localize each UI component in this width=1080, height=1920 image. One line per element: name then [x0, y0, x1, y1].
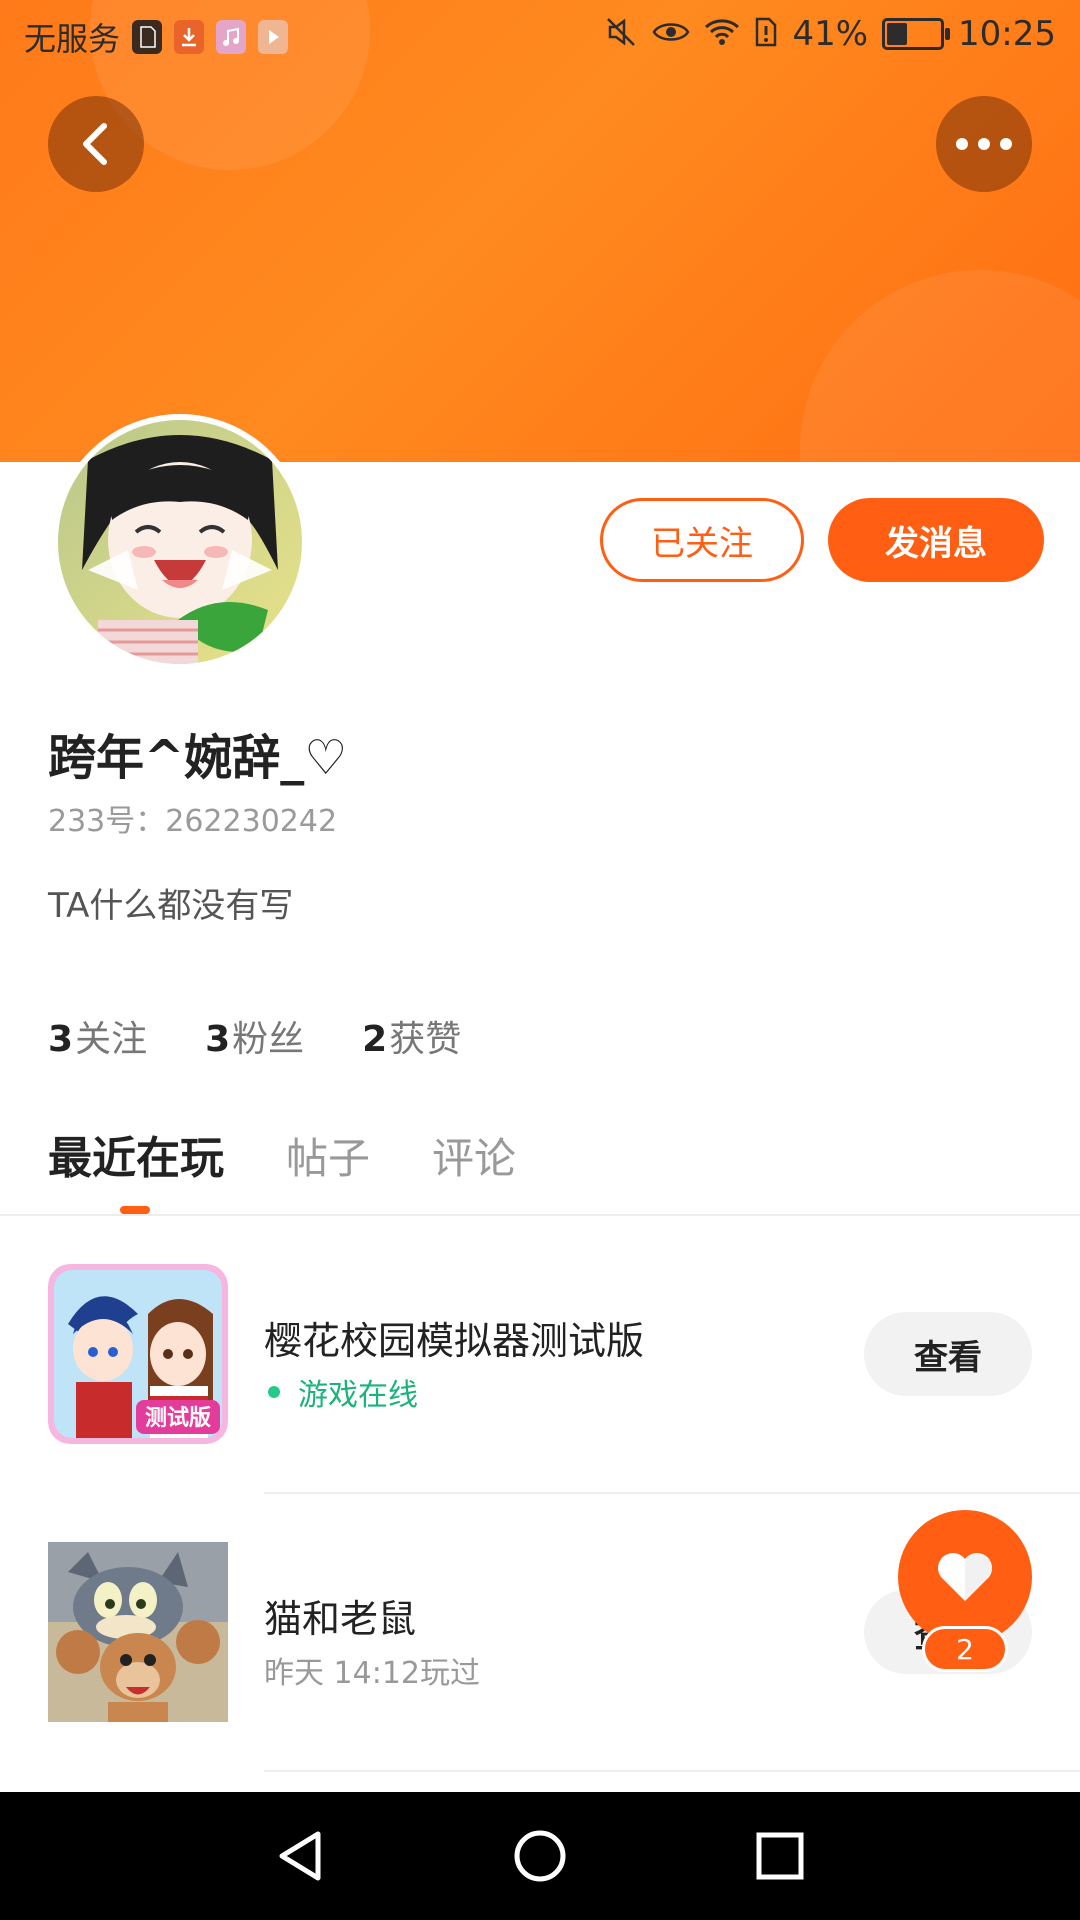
- nav-back-icon: [279, 1831, 321, 1881]
- avatar-image: [58, 420, 302, 664]
- view-button[interactable]: 查看: [864, 1312, 1032, 1396]
- username: 跨年^婉辞_♡: [48, 730, 348, 786]
- tab-posts[interactable]: 帖子: [286, 1125, 370, 1186]
- stat-likes[interactable]: 2获赞: [362, 1010, 461, 1062]
- followed-button[interactable]: 已关注: [600, 498, 804, 582]
- tab-recently-played[interactable]: 最近在玩: [48, 1122, 224, 1186]
- carrier-label: 无服务: [24, 20, 121, 58]
- nav-recent-icon: [756, 1832, 804, 1880]
- tab-indicator: [120, 1206, 150, 1214]
- profile-stats: 3关注 3粉丝 2获赞: [48, 1010, 461, 1062]
- video-icon: [258, 20, 289, 54]
- game-name: 樱花校园模拟器测试版: [264, 1319, 645, 1363]
- more-dots-icon: [956, 138, 1012, 150]
- tab-comments[interactable]: 评论: [432, 1125, 516, 1186]
- nav-home-button[interactable]: [510, 1826, 570, 1886]
- more-button[interactable]: [936, 96, 1032, 192]
- battery-percent: 41%: [792, 14, 869, 54]
- status-bar: 无服务 41% 10:25: [0, 0, 1080, 76]
- music-icon: [216, 20, 247, 54]
- user-id: 233号：262230242: [48, 804, 338, 839]
- game-icon-sakura: 测试版: [48, 1264, 228, 1444]
- banner-decoration: [800, 270, 1080, 462]
- nav-recent-button[interactable]: [750, 1826, 810, 1886]
- sim-alert-icon: [754, 16, 778, 52]
- game-online-status: 游戏在线: [264, 1370, 418, 1414]
- tabs-divider: [0, 1214, 1080, 1216]
- download-icon: [174, 20, 205, 54]
- back-arrow-icon: [83, 123, 107, 165]
- avatar[interactable]: [52, 414, 308, 670]
- battery-icon: [882, 18, 951, 50]
- game-icon-tom-and-jerry: [48, 1542, 228, 1722]
- heart-icon: [938, 1553, 992, 1601]
- like-count-badge: 2: [922, 1626, 1008, 1672]
- system-nav-bar: [0, 1792, 1080, 1920]
- nav-home-icon: [514, 1830, 566, 1882]
- game-icon-badge: 测试版: [145, 1406, 211, 1431]
- bio: TA什么都没有写: [48, 886, 294, 926]
- back-button[interactable]: [48, 96, 144, 192]
- send-message-button[interactable]: 发消息: [828, 498, 1044, 582]
- stat-followers[interactable]: 3粉丝: [205, 1010, 304, 1062]
- row-divider: [264, 1770, 1080, 1772]
- profile-tabs: 最近在玩 帖子 评论: [48, 1122, 516, 1186]
- mute-icon: [604, 15, 638, 53]
- clock: 10:25: [958, 14, 1056, 54]
- game-name: 猫和老鼠: [264, 1597, 417, 1641]
- wifi-icon: [704, 17, 740, 51]
- last-played: 昨天 14:12玩过: [264, 1656, 480, 1691]
- game-list-item[interactable]: 测试版 樱花校园模拟器测试版 游戏在线 查看: [0, 1250, 1080, 1490]
- row-divider: [264, 1492, 1080, 1494]
- eye-icon: [652, 17, 690, 51]
- nav-back-button[interactable]: [270, 1826, 330, 1886]
- stat-following[interactable]: 3关注: [48, 1010, 147, 1062]
- like-fab[interactable]: [898, 1510, 1032, 1644]
- sd-card-icon: [132, 20, 163, 54]
- online-dot-icon: [268, 1386, 280, 1398]
